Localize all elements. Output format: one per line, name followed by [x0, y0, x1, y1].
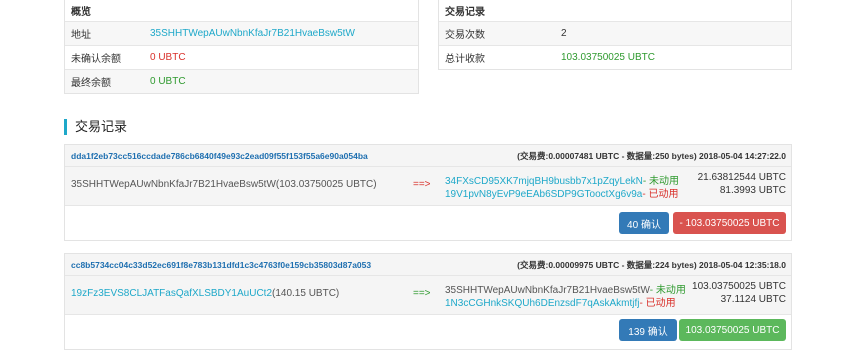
- amount-button[interactable]: - 103.03750025 UBTC: [673, 212, 786, 234]
- tx-fee-info: (交易费:0.00009975 UBTC - 数据量:224 bytes) 20…: [517, 259, 786, 270]
- overview-row-unconfirmed: 未确认余额 0 UBTC: [65, 45, 418, 69]
- tx-body: 35SHHTWepAUwNbnKfaJr7B21HvaeBsw5tW(103.0…: [65, 167, 791, 206]
- output-status: - 已动用: [639, 298, 676, 309]
- section-title: 交易记录: [64, 119, 127, 135]
- txid-link[interactable]: cc8b5734cc04c33d52ec691f8e783b131dfd1c3c…: [71, 260, 371, 270]
- txid-link[interactable]: dda1f2eb73cc516ccdade786cb6840f49e93c2ea…: [71, 151, 368, 161]
- confirmations-button[interactable]: 139 确认: [619, 319, 677, 341]
- output-amount: 21.63812544 UBTC: [697, 172, 786, 183]
- output-address[interactable]: 1N3cCGHnkSKQUh6DEnzsdF7qAskAkmtjfj: [445, 298, 640, 309]
- transaction-card: dda1f2eb73cc516ccdade786cb6840f49e93c2ea…: [64, 144, 792, 241]
- tx-input: 35SHHTWepAUwNbnKfaJr7B21HvaeBsw5tW(103.0…: [71, 179, 377, 190]
- output-amount: 37.1124 UBTC: [720, 294, 786, 305]
- unconfirmed-label: 未确认余额: [71, 54, 121, 65]
- confirmations-button[interactable]: 40 确认: [619, 212, 669, 234]
- final-balance-label: 最终余额: [71, 78, 111, 89]
- tx-header: dda1f2eb73cc516ccdade786cb6840f49e93c2ea…: [65, 145, 791, 167]
- total-received-label: 总计收款: [445, 54, 485, 65]
- input-amount: (103.03750025 UBTC): [275, 179, 377, 190]
- output-amount: 103.03750025 UBTC: [692, 281, 786, 292]
- summary-row-received: 总计收款 103.03750025 UBTC: [439, 45, 791, 69]
- tx-body: 19zFz3EVS8CLJATFasQafXLSBDY1AuUCt2(140.1…: [65, 276, 791, 315]
- output-amount: 81.3993 UBTC: [719, 185, 786, 196]
- overview-row-address: 地址 35SHHTWepAUwNbnKfaJr7B21HvaeBsw5tW: [65, 21, 418, 45]
- transaction-card: cc8b5734cc04c33d52ec691f8e783b131dfd1c3c…: [64, 253, 792, 350]
- address-link[interactable]: 35SHHTWepAUwNbnKfaJr7B21HvaeBsw5tW: [150, 28, 355, 39]
- output-status: - 已动用: [642, 189, 679, 200]
- total-received-value: 103.03750025 UBTC: [561, 52, 655, 63]
- summary-title: 交易记录: [445, 7, 485, 18]
- output-item: 19V1pvN8yEvP9eEAb6SDP9GTooctXg6v9a- 已动用: [445, 185, 678, 200]
- output-address[interactable]: 19V1pvN8yEvP9eEAb6SDP9GTooctXg6v9a: [445, 189, 642, 200]
- input-amount: (140.15 UBTC): [272, 288, 340, 299]
- arrow-icon: ==>: [413, 288, 431, 299]
- address-label: 地址: [71, 30, 91, 41]
- input-address[interactable]: 19zFz3EVS8CLJATFasQafXLSBDY1AuUCt2: [71, 288, 272, 299]
- summary-row-count: 交易次数 2: [439, 21, 791, 45]
- unconfirmed-value: 0 UBTC: [150, 52, 186, 63]
- arrow-icon: ==>: [413, 179, 431, 190]
- tx-count-value: 2: [561, 28, 567, 39]
- tx-footer: 40 确认 - 103.03750025 UBTC: [65, 206, 791, 240]
- amount-button[interactable]: 103.03750025 UBTC: [679, 319, 786, 341]
- summary-panel: 交易记录 交易次数 2 总计收款 103.03750025 UBTC: [438, 0, 792, 70]
- input-address[interactable]: 35SHHTWepAUwNbnKfaJr7B21HvaeBsw5tW: [71, 179, 276, 190]
- tx-fee-info: (交易费:0.00007481 UBTC - 数据量:250 bytes) 20…: [517, 150, 786, 161]
- output-item: 1N3cCGHnkSKQUh6DEnzsdF7qAskAkmtjfj- 已动用: [445, 294, 676, 309]
- tx-header: cc8b5734cc04c33d52ec691f8e783b131dfd1c3c…: [65, 254, 791, 276]
- overview-row-final: 最终余额 0 UBTC: [65, 69, 418, 93]
- tx-count-label: 交易次数: [445, 30, 485, 41]
- tx-input: 19zFz3EVS8CLJATFasQafXLSBDY1AuUCt2(140.1…: [71, 288, 339, 299]
- overview-title: 概览: [65, 0, 418, 21]
- overview-panel: 概览 地址 35SHHTWepAUwNbnKfaJr7B21HvaeBsw5tW…: [64, 0, 419, 94]
- final-balance-value: 0 UBTC: [150, 76, 186, 87]
- tx-footer: 139 确认 103.03750025 UBTC: [65, 315, 791, 349]
